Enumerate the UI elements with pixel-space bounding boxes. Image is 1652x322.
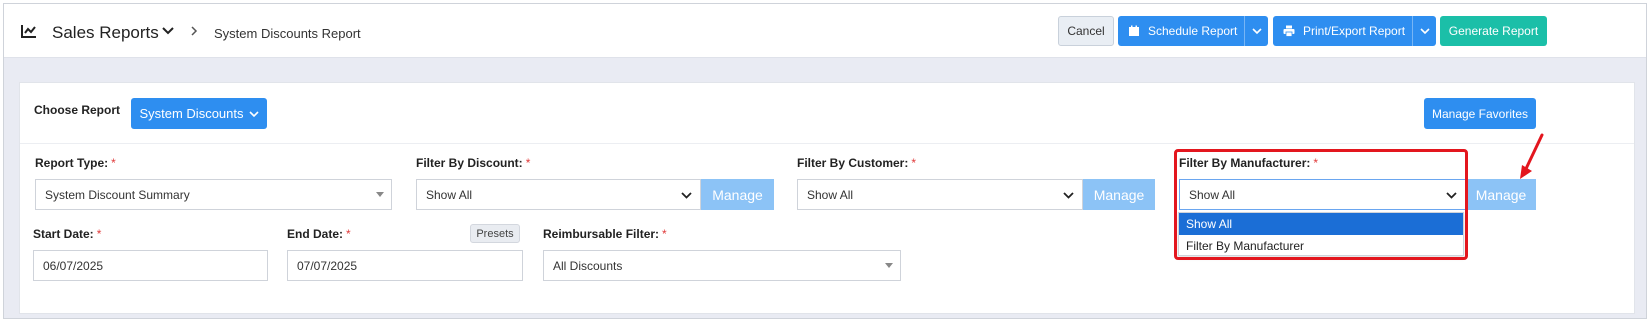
required-mark: * — [662, 227, 667, 241]
chevron-down-icon — [681, 192, 692, 199]
chevron-right-icon — [191, 26, 198, 36]
start-date-label: Start Date: * — [33, 227, 102, 241]
red-arrow-icon — [1520, 133, 1544, 179]
choose-report-value: System Discounts — [139, 106, 244, 121]
print-export-label: Print/Export Report — [1303, 24, 1406, 38]
breadcrumb-current: System Discounts Report — [214, 26, 361, 41]
report-type-label: Report Type: * — [35, 156, 116, 170]
divider — [20, 143, 1634, 144]
top-bar: Sales Reports System Discounts Report Ca… — [4, 4, 1646, 58]
caret-down-icon — [376, 192, 384, 197]
end-date-input[interactable]: 07/07/2025 — [287, 250, 523, 281]
reimbursable-filter-select[interactable]: All Discounts — [543, 250, 901, 281]
highlight-box — [1174, 149, 1468, 260]
reimbursable-filter-label: Reimbursable Filter: * — [543, 227, 667, 241]
caret-down-icon — [885, 263, 893, 268]
discount-filter-label: Filter By Discount: * — [416, 156, 531, 170]
manage-favorites-button[interactable]: Manage Favorites — [1424, 98, 1536, 129]
required-mark: * — [96, 227, 102, 241]
discount-filter-select[interactable]: Show All — [416, 179, 701, 210]
discount-manage-button[interactable]: Manage — [701, 179, 774, 210]
choose-report-label: Choose Report — [34, 103, 121, 117]
cancel-button[interactable]: Cancel — [1058, 16, 1114, 46]
schedule-report-label: Schedule Report — [1148, 24, 1238, 38]
required-mark: * — [525, 156, 531, 170]
schedule-dropdown-toggle[interactable] — [1244, 16, 1268, 46]
chevron-down-icon[interactable] — [162, 26, 174, 36]
required-mark: * — [111, 156, 116, 170]
page-title[interactable]: Sales Reports — [52, 23, 159, 43]
generate-report-button[interactable]: Generate Report — [1440, 16, 1547, 46]
report-type-select[interactable]: System Discount Summary — [35, 179, 392, 210]
chevron-down-icon — [248, 110, 259, 117]
calendar-icon — [1129, 25, 1139, 36]
chevron-down-icon — [1251, 28, 1262, 35]
chevron-down-icon — [1063, 192, 1074, 199]
choose-report-dropdown[interactable]: System Discounts — [131, 98, 267, 129]
print-export-button[interactable]: Print/Export Report — [1273, 16, 1436, 46]
required-mark: * — [346, 227, 351, 241]
chevron-down-icon — [1419, 28, 1430, 35]
schedule-report-button[interactable]: Schedule Report — [1118, 16, 1268, 46]
start-date-input[interactable]: 06/07/2025 — [33, 250, 268, 281]
customer-filter-select[interactable]: Show All — [797, 179, 1083, 210]
customer-filter-label: Filter By Customer: * — [797, 156, 917, 170]
app-frame: Sales Reports System Discounts Report Ca… — [3, 3, 1647, 319]
end-date-label: End Date: * — [287, 227, 351, 241]
report-card: Choose Report System Discounts Manage Fa… — [19, 82, 1635, 314]
printer-icon — [1283, 25, 1295, 37]
presets-button[interactable]: Presets — [470, 224, 520, 243]
line-chart-icon — [21, 25, 36, 38]
required-mark: * — [911, 156, 917, 170]
print-dropdown-toggle[interactable] — [1412, 16, 1436, 46]
customer-manage-button[interactable]: Manage — [1083, 179, 1155, 210]
